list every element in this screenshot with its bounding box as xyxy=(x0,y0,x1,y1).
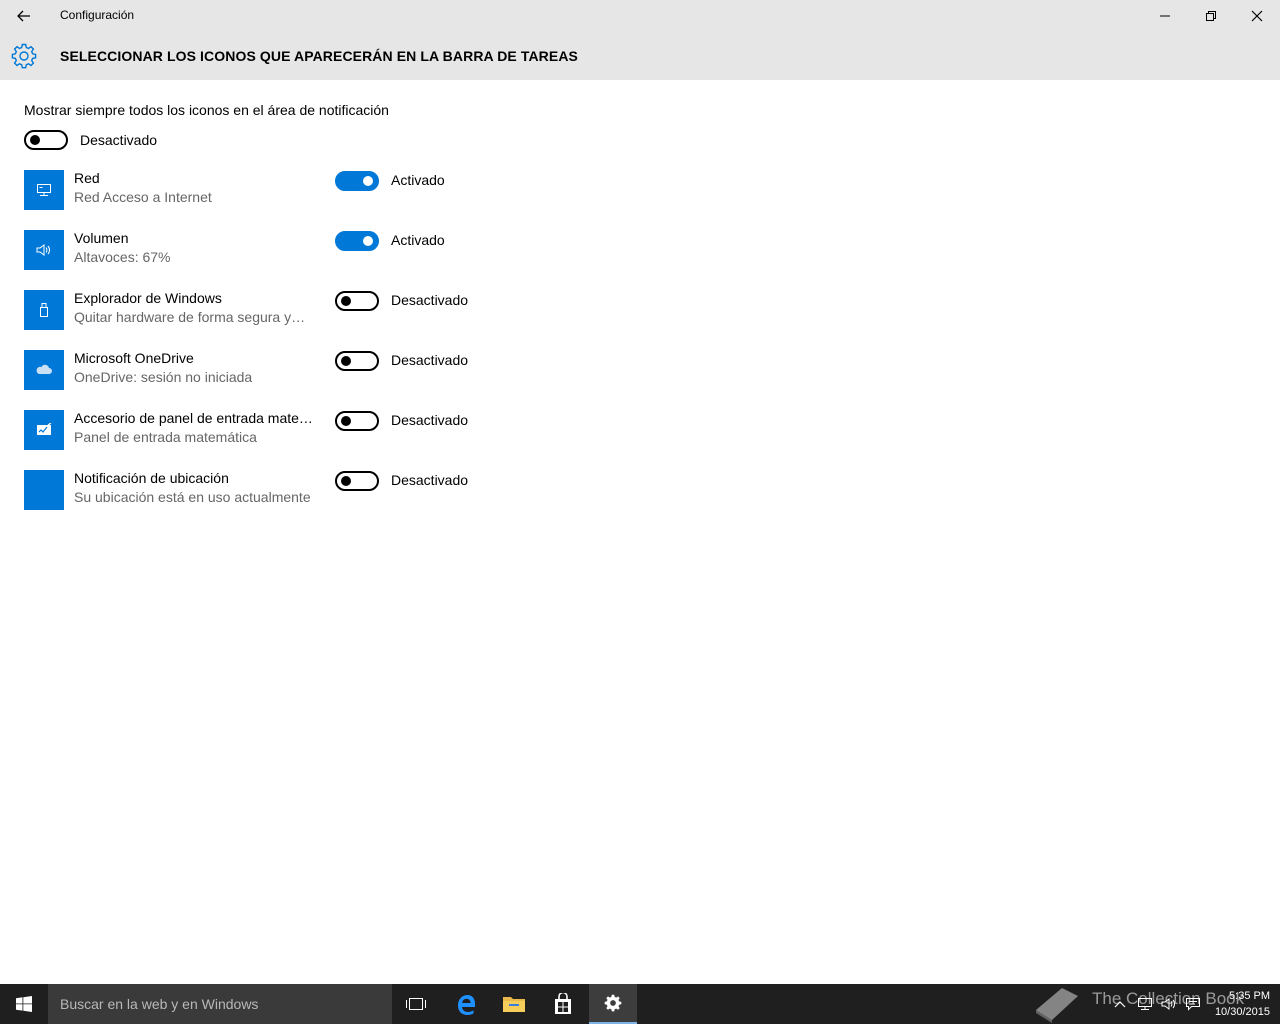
item-description: Red Acceso a Internet xyxy=(74,189,212,205)
item-description: Su ubicación está en uso actualmente xyxy=(74,489,311,505)
file-explorer-button[interactable] xyxy=(490,984,538,1024)
math-input-panel-icon xyxy=(37,423,52,435)
volumen-toggle[interactable] xyxy=(335,231,379,251)
back-button[interactable] xyxy=(0,0,48,32)
start-button[interactable] xyxy=(0,984,48,1024)
item-name: Notificación de ubicación xyxy=(74,470,229,486)
toggle-knob xyxy=(30,135,40,145)
search-placeholder: Buscar en la web y en Windows xyxy=(60,996,259,1012)
taskbar: Buscar en la web y en Windows The Collec… xyxy=(0,984,1280,1024)
store-button[interactable] xyxy=(539,984,587,1024)
close-icon xyxy=(1251,10,1263,22)
taskbar-search-box[interactable]: Buscar en la web y en Windows xyxy=(48,984,392,1024)
usb-tile xyxy=(24,290,64,330)
network-tile xyxy=(24,170,64,210)
volume-tray-icon xyxy=(1161,998,1175,1010)
gear-icon xyxy=(11,43,37,69)
list-item-math-input: Accesorio de panel de entrada mate… Pane… xyxy=(24,410,524,450)
always-show-row: Desactivado xyxy=(24,130,324,152)
toggle-knob xyxy=(341,416,351,426)
toggle-knob xyxy=(363,236,373,246)
edge-button[interactable] xyxy=(442,984,490,1024)
explorador-toggle[interactable] xyxy=(335,291,379,311)
page-header: SELECCIONAR LOS ICONOS QUE APARECERÁN EN… xyxy=(0,32,1280,80)
item-name: Red xyxy=(74,170,100,186)
item-name: Explorador de Windows xyxy=(74,290,222,306)
network-icon xyxy=(37,184,51,196)
minimize-icon xyxy=(1160,15,1170,17)
windows-logo-icon xyxy=(16,996,32,1012)
volume-tile xyxy=(24,230,64,270)
item-name: Volumen xyxy=(74,230,129,246)
item-description: Quitar hardware de forma segura y… xyxy=(74,309,306,325)
restore-button[interactable] xyxy=(1188,0,1234,32)
location-tile xyxy=(24,470,64,510)
minimize-button[interactable] xyxy=(1142,0,1188,32)
book-logo-icon xyxy=(1036,988,1078,1023)
item-description: Altavoces: 67% xyxy=(74,249,171,265)
onedrive-toggle[interactable] xyxy=(335,351,379,371)
title-bar: Configuración xyxy=(0,0,1280,32)
store-bag-icon xyxy=(555,993,571,1014)
math-input-tile xyxy=(24,410,64,450)
item-description: OneDrive: sesión no iniciada xyxy=(74,369,253,385)
clock-time: 5:35 PM xyxy=(1229,990,1270,1002)
folder-icon xyxy=(503,997,525,1012)
red-toggle[interactable] xyxy=(335,171,379,191)
usb-eject-icon xyxy=(40,303,48,317)
item-state: Desactivado xyxy=(391,352,469,368)
onedrive-cloud-icon xyxy=(36,364,52,374)
list-item-explorador: Explorador de Windows Quitar hardware de… xyxy=(24,290,524,330)
always-show-state: Desactivado xyxy=(80,132,158,148)
item-state: Activado xyxy=(391,232,445,248)
list-item-volumen: Volumen Altavoces: 67% Activado xyxy=(24,230,524,270)
clock-date: 10/30/2015 xyxy=(1214,1006,1270,1018)
onedrive-tile xyxy=(24,350,64,390)
page-title: SELECCIONAR LOS ICONOS QUE APARECERÁN EN… xyxy=(60,48,578,64)
edge-browser-icon xyxy=(458,995,475,1015)
item-state: Activado xyxy=(391,172,445,188)
list-item-onedrive: Microsoft OneDrive OneDrive: sesión no i… xyxy=(24,350,524,390)
restore-icon xyxy=(1206,11,1216,21)
toggle-knob xyxy=(363,176,373,186)
task-view-button[interactable] xyxy=(392,984,440,1024)
toggle-knob xyxy=(341,356,351,366)
network-tray-icon xyxy=(1138,998,1152,1010)
item-state: Desactivado xyxy=(391,292,469,308)
location-toggle[interactable] xyxy=(335,471,379,491)
task-view-icon xyxy=(406,998,426,1010)
window-title: Configuración xyxy=(60,8,135,22)
action-center-button[interactable] xyxy=(1182,984,1204,1024)
toggle-knob xyxy=(341,296,351,306)
volume-tray-button[interactable] xyxy=(1158,984,1180,1024)
item-state: Desactivado xyxy=(391,472,469,488)
chevron-up-icon xyxy=(1114,1001,1126,1008)
item-state: Desactivado xyxy=(391,412,469,428)
volume-icon xyxy=(36,244,50,256)
close-button[interactable] xyxy=(1234,0,1280,32)
list-item-location: Notificación de ubicación Su ubicación e… xyxy=(24,470,524,510)
item-name: Microsoft OneDrive xyxy=(74,350,194,366)
toggle-knob xyxy=(341,476,351,486)
settings-taskbar-button[interactable] xyxy=(589,984,637,1024)
item-name: Accesorio de panel de entrada mate… xyxy=(74,410,313,426)
action-center-icon xyxy=(1186,998,1200,1011)
list-item-red: Red Red Acceso a Internet Activado xyxy=(24,170,524,210)
show-hidden-icons-button[interactable] xyxy=(1110,984,1130,1024)
always-show-toggle[interactable] xyxy=(24,130,68,150)
back-arrow-icon xyxy=(17,10,30,22)
math-input-toggle[interactable] xyxy=(335,411,379,431)
settings-gear-icon xyxy=(604,994,622,1012)
item-description: Panel de entrada matemática xyxy=(74,429,257,445)
taskbar-clock[interactable]: 5:35 PM 10/30/2015 xyxy=(1215,988,1270,1020)
network-tray-icon-button[interactable] xyxy=(1134,984,1156,1024)
always-show-label: Mostrar siempre todos los iconos en el á… xyxy=(24,102,389,118)
